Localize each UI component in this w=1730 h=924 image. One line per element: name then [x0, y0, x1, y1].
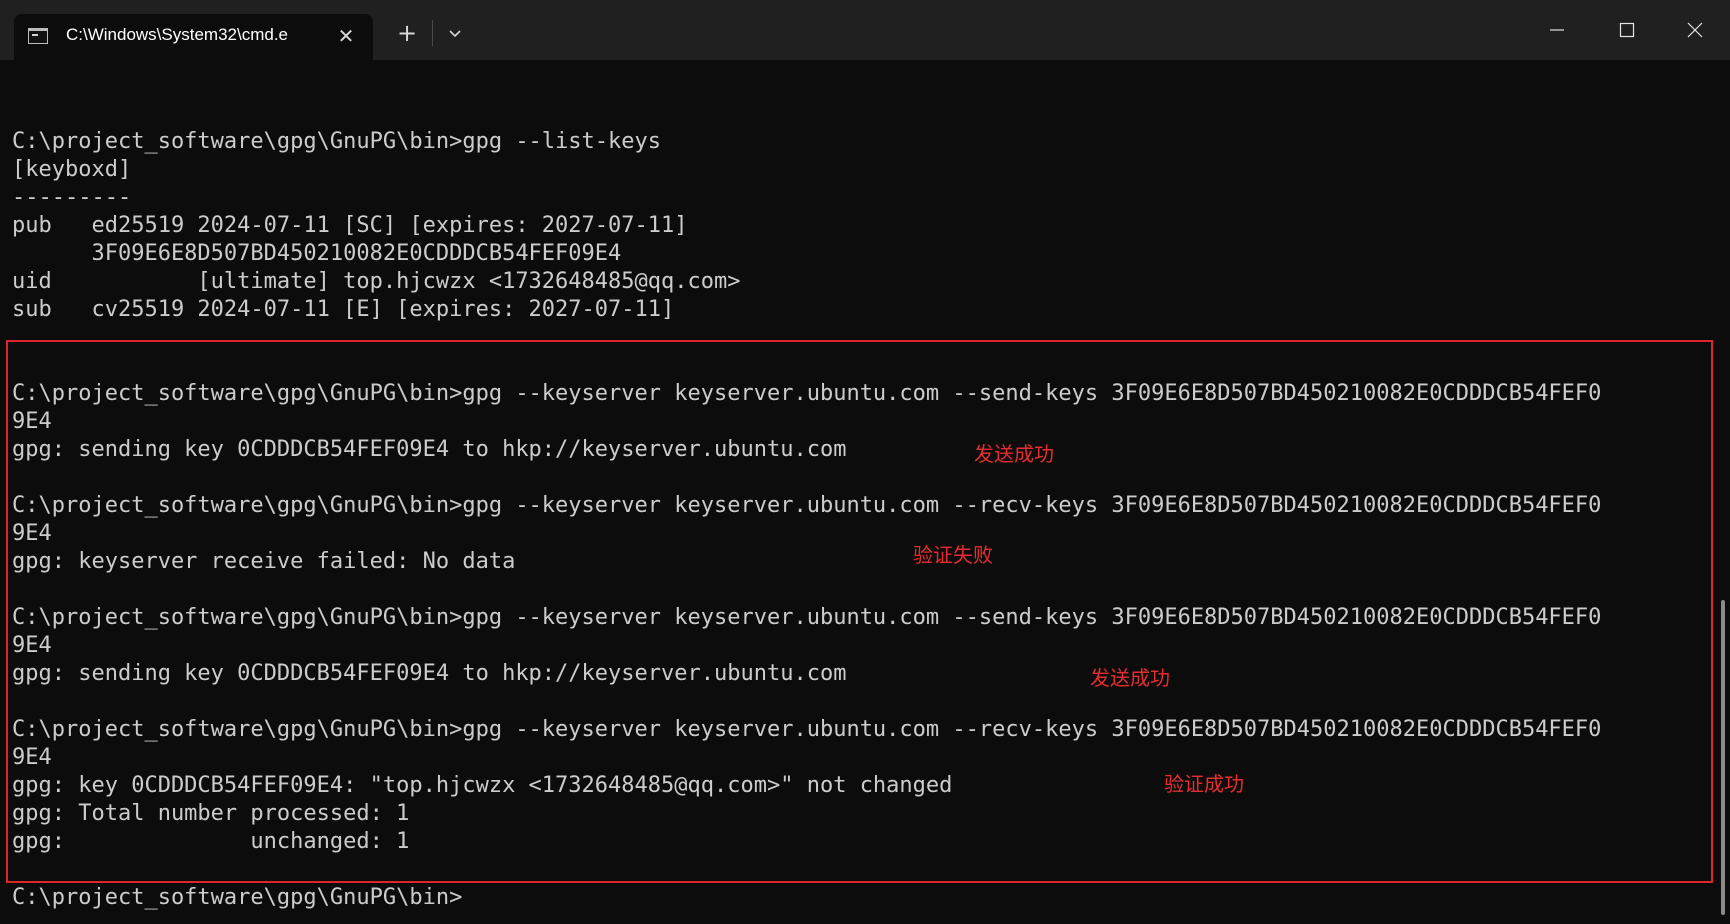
terminal-icon: [28, 28, 48, 44]
terminal-line: uid [ultimate] top.hjcwzx <1732648485@qq…: [12, 269, 741, 294]
maximize-icon: [1619, 22, 1635, 38]
terminal-window: C:\Windows\System32\cmd.e ✕ + C:\project…: [0, 0, 1730, 924]
tab-divider: [432, 20, 433, 46]
title-bar[interactable]: C:\Windows\System32\cmd.e ✕ +: [0, 0, 1730, 60]
close-tab-icon[interactable]: ✕: [332, 22, 360, 50]
highlight-box: [6, 340, 1713, 883]
scrollbar[interactable]: [1716, 60, 1730, 924]
tab-title: C:\Windows\System32\cmd.e: [66, 25, 289, 44]
new-tab-button[interactable]: +: [392, 18, 422, 48]
terminal-line: ---------: [12, 185, 132, 210]
terminal-line: C:\project_software\gpg\GnuPG\bin>: [12, 885, 463, 910]
close-window-button[interactable]: [1660, 0, 1730, 60]
annotation-note: 验证成功: [1164, 772, 1244, 796]
scrollbar-thumb[interactable]: [1721, 600, 1725, 915]
chevron-down-icon: [449, 30, 461, 38]
terminal-line: [keyboxd]: [12, 157, 132, 182]
annotation-note: 发送成功: [974, 442, 1054, 466]
minimize-icon: [1550, 29, 1564, 31]
annotation-note: 发送成功: [1090, 666, 1170, 690]
close-icon: [1687, 22, 1703, 38]
terminal-line: 3F09E6E8D507BD450210082E0CDDDCB54FEF09E4: [12, 241, 622, 266]
minimize-button[interactable]: [1522, 0, 1592, 60]
terminal-line: pub ed25519 2024-07-11 [SC] [expires: 20…: [12, 213, 688, 238]
annotation-note: 验证失败: [913, 543, 993, 567]
maximize-button[interactable]: [1592, 0, 1662, 60]
terminal-line: sub cv25519 2024-07-11 [E] [expires: 202…: [12, 297, 675, 322]
terminal-line: C:\project_software\gpg\GnuPG\bin>gpg --…: [12, 129, 662, 154]
profiles-dropdown-button[interactable]: [440, 18, 470, 48]
tab-cmd[interactable]: C:\Windows\System32\cmd.e ✕: [14, 14, 373, 60]
